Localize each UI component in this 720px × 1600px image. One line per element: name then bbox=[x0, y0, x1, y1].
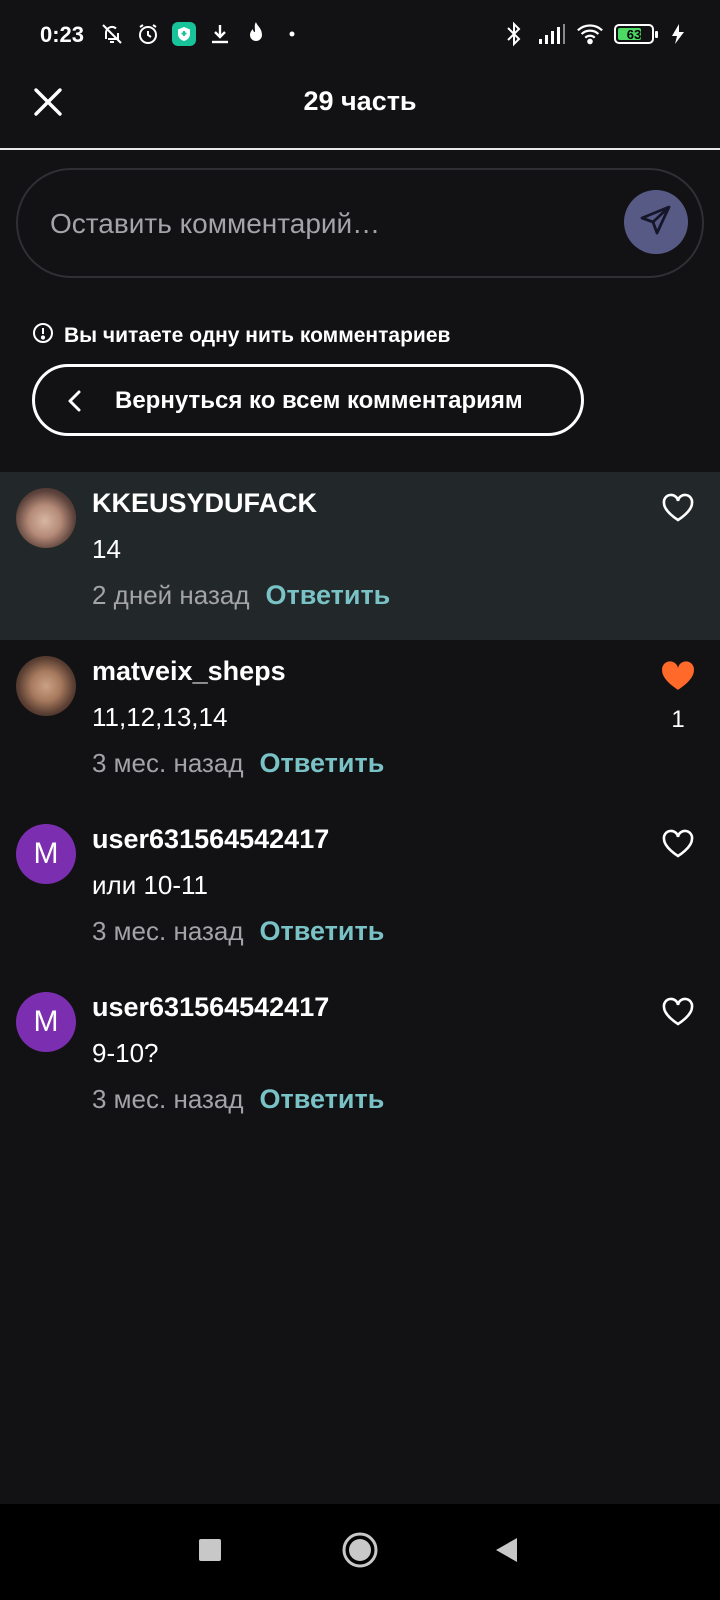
comment-item: M user631564542417 9-10? 3 мес. назад От… bbox=[0, 976, 720, 1144]
like-count: 1 bbox=[671, 706, 685, 733]
info-icon bbox=[32, 322, 54, 350]
send-icon bbox=[639, 203, 673, 242]
thread-notice-text: Вы читаете одну нить комментариев bbox=[64, 324, 451, 347]
battery-icon: 63 bbox=[614, 24, 658, 44]
comment-meta: 3 мес. назад Ответить bbox=[92, 916, 384, 947]
recents-button[interactable] bbox=[186, 1528, 234, 1576]
like-button[interactable] bbox=[658, 994, 698, 1034]
back-button[interactable] bbox=[482, 1528, 530, 1576]
shield-app-icon bbox=[170, 18, 198, 50]
back-to-all-comments-label: Вернуться ко всем комментариям bbox=[115, 387, 523, 414]
avatar[interactable]: M bbox=[16, 824, 76, 884]
heart-filled-icon bbox=[660, 660, 696, 697]
comment-item: M user631564542417 или 10-11 3 мес. наза… bbox=[0, 808, 720, 976]
charging-icon bbox=[664, 18, 692, 50]
comment-username[interactable]: user631564542417 bbox=[92, 824, 329, 855]
comment-username[interactable]: KKEUSYDUFACK bbox=[92, 488, 317, 519]
mute-bell-icon bbox=[98, 18, 126, 50]
send-button[interactable] bbox=[624, 190, 688, 254]
signal-icon bbox=[538, 18, 566, 50]
avatar[interactable]: M bbox=[16, 992, 76, 1052]
navigation-bar bbox=[0, 1504, 720, 1600]
reply-button[interactable]: Ответить bbox=[266, 580, 391, 611]
download-icon bbox=[206, 18, 234, 50]
status-bar: 0:23 63 bbox=[0, 0, 720, 72]
comment-text: 11,12,13,14 bbox=[92, 702, 228, 732]
dot-icon bbox=[278, 18, 306, 50]
fire-icon bbox=[242, 18, 270, 50]
comment-meta: 2 дней назад Ответить bbox=[92, 580, 390, 611]
status-time: 0:23 bbox=[40, 22, 85, 47]
recents-square-icon bbox=[198, 1538, 222, 1567]
avatar[interactable] bbox=[16, 488, 76, 548]
comment-item: matveix_sheps 11,12,13,14 3 мес. назад О… bbox=[0, 640, 720, 808]
like-button[interactable] bbox=[658, 490, 698, 530]
comment-time: 3 мес. назад bbox=[92, 916, 244, 946]
comment-text: 9-10? bbox=[92, 1038, 159, 1068]
status-left-icons bbox=[98, 18, 306, 50]
comment-time: 2 дней назад bbox=[92, 580, 250, 610]
reply-button[interactable]: Ответить bbox=[260, 1084, 385, 1115]
alarm-icon bbox=[134, 18, 162, 50]
header: 29 часть bbox=[0, 72, 720, 150]
like-button[interactable] bbox=[658, 658, 698, 698]
chevron-left-icon bbox=[65, 387, 85, 420]
comment-meta: 3 мес. назад Ответить bbox=[92, 1084, 384, 1115]
home-circle-icon bbox=[341, 1531, 379, 1574]
comment-input[interactable] bbox=[48, 198, 592, 250]
bluetooth-icon bbox=[500, 18, 528, 50]
back-triangle-icon bbox=[493, 1536, 519, 1569]
page-title: 29 часть bbox=[303, 86, 417, 116]
comment-text: или 10-11 bbox=[92, 870, 209, 900]
comment-time: 3 мес. назад bbox=[92, 748, 244, 778]
heart-outline-icon bbox=[661, 493, 695, 528]
wifi-icon bbox=[576, 18, 604, 50]
comment-input-container bbox=[16, 168, 704, 278]
reply-button[interactable]: Ответить bbox=[260, 748, 385, 779]
heart-outline-icon bbox=[661, 997, 695, 1032]
heart-outline-icon bbox=[661, 829, 695, 864]
avatar[interactable] bbox=[16, 656, 76, 716]
battery-level: 63 bbox=[626, 26, 642, 42]
comment-text: 14 bbox=[92, 534, 121, 564]
home-button[interactable] bbox=[336, 1528, 384, 1576]
back-to-all-comments-button[interactable]: Вернуться ко всем комментариям bbox=[32, 364, 584, 436]
comment-meta: 3 мес. назад Ответить bbox=[92, 748, 384, 779]
status-right-icons: 63 bbox=[500, 18, 692, 50]
comment-item: KKEUSYDUFACK 14 2 дней назад Ответить bbox=[0, 472, 720, 640]
reply-button[interactable]: Ответить bbox=[260, 916, 385, 947]
comment-time: 3 мес. назад bbox=[92, 1084, 244, 1114]
comments-list: KKEUSYDUFACK 14 2 дней назад Ответить ma… bbox=[0, 472, 720, 1144]
like-button[interactable] bbox=[658, 826, 698, 866]
comment-username[interactable]: user631564542417 bbox=[92, 992, 329, 1023]
thread-notice: Вы читаете одну нить комментариев bbox=[32, 322, 450, 350]
comment-username[interactable]: matveix_sheps bbox=[92, 656, 286, 687]
